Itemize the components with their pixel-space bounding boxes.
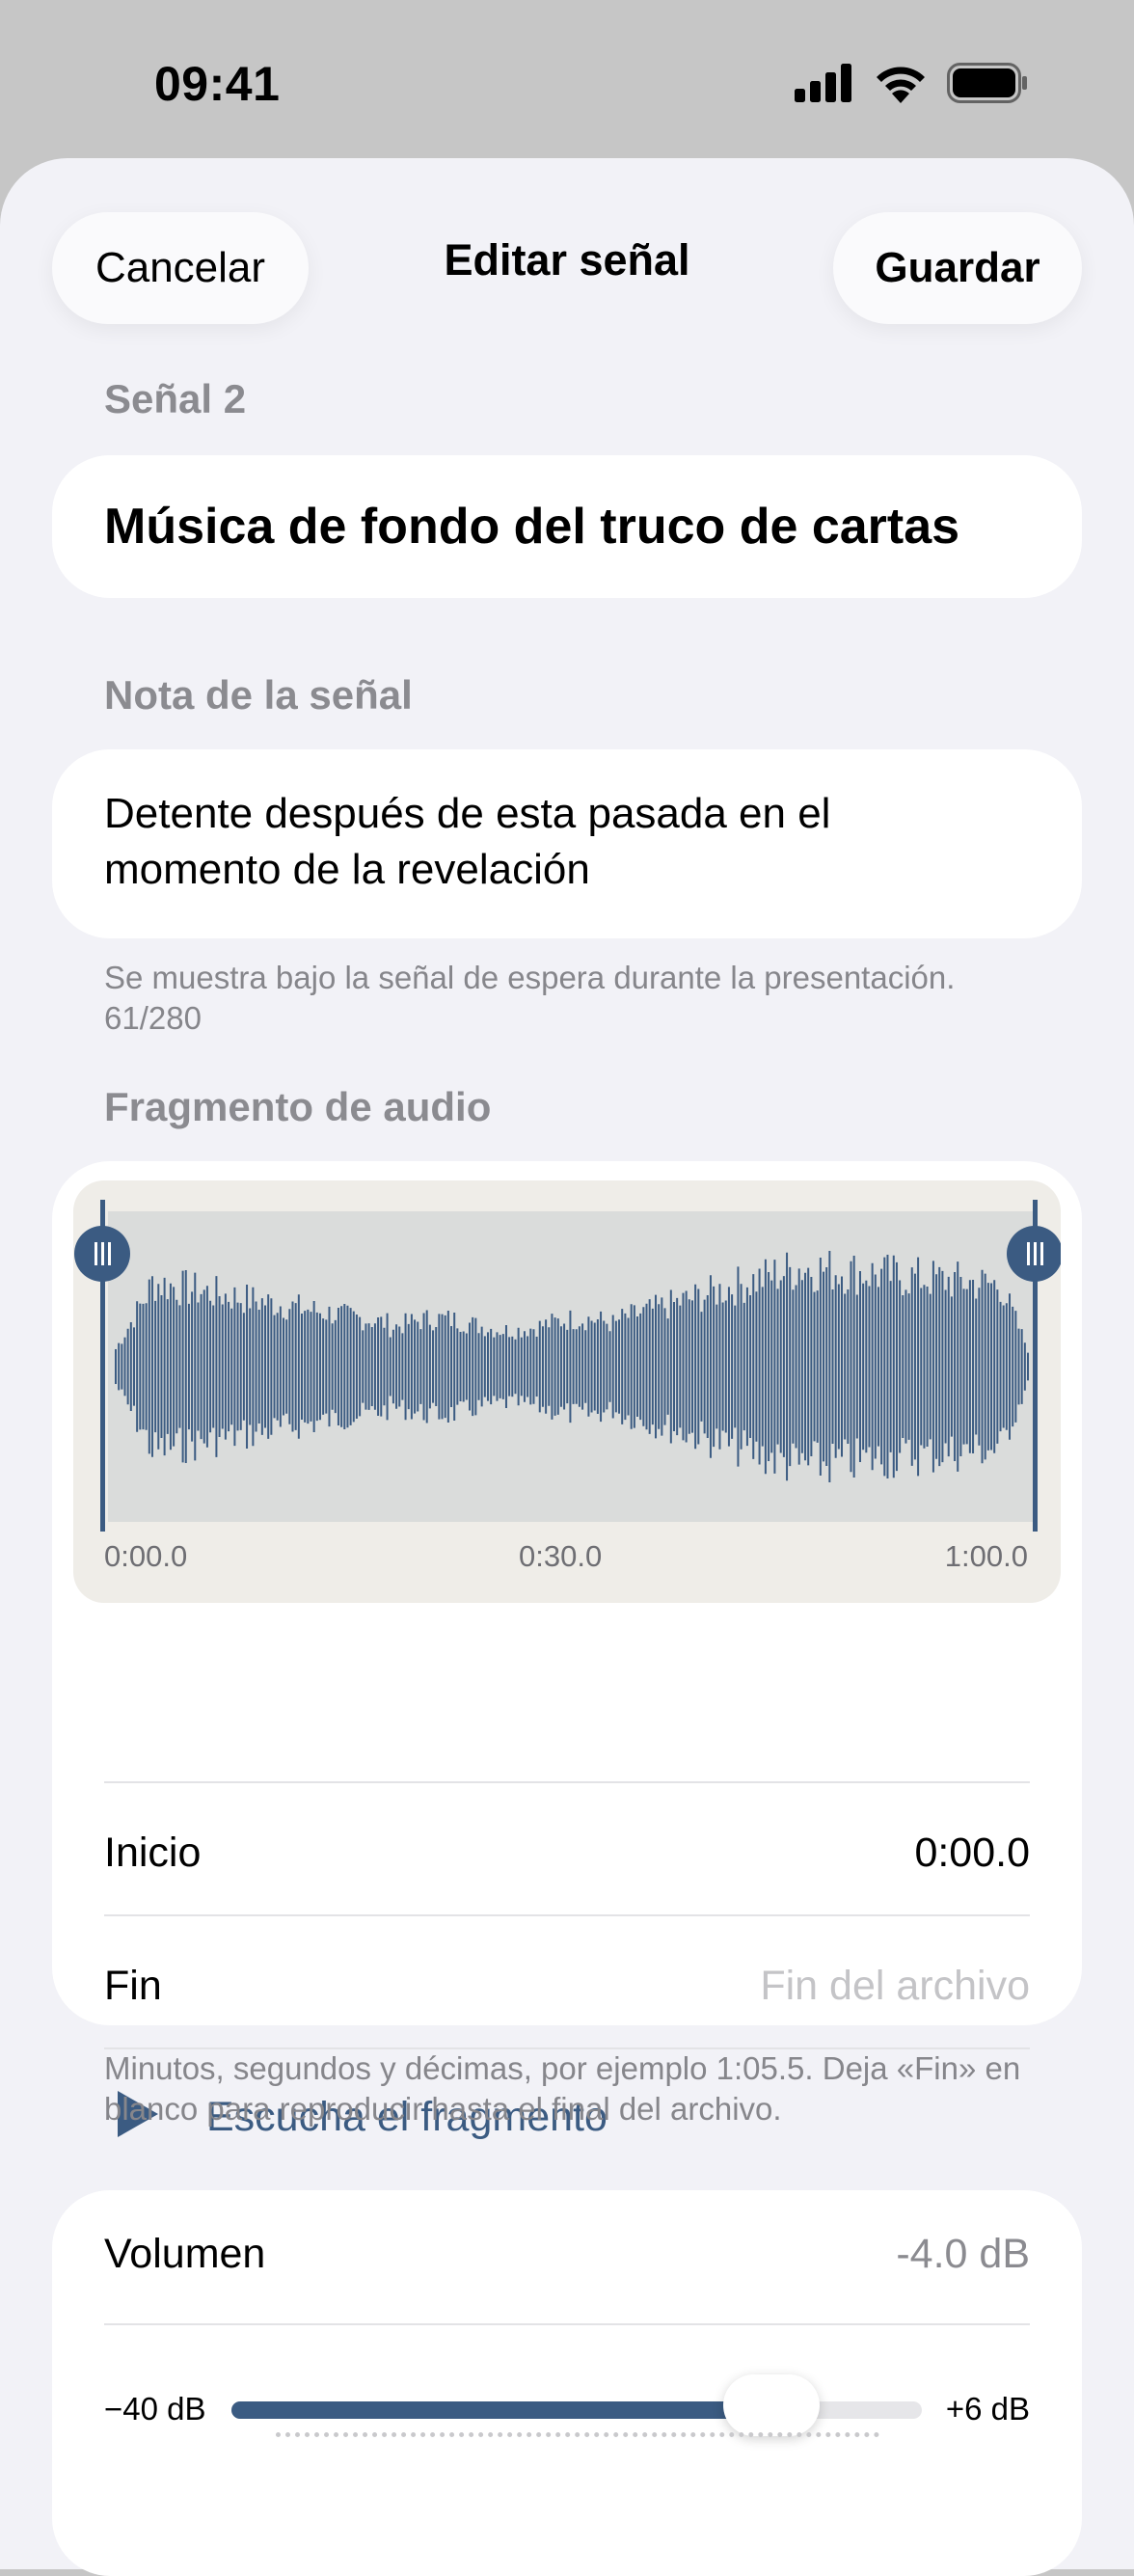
battery-icon bbox=[947, 63, 1027, 103]
note-section-label: Nota de la señal bbox=[104, 672, 413, 718]
waveform-area bbox=[108, 1211, 1036, 1522]
wifi-icon bbox=[877, 67, 925, 103]
volume-card: Volumen -4.0 dB −40 dB +6 dB bbox=[52, 2190, 1082, 2576]
volume-value: -4.0 dB bbox=[896, 2231, 1030, 2277]
audio-clip-card: 0:00.0 0:30.0 1:00.0 Inicio 0:00.0 Fin F… bbox=[52, 1161, 1082, 2140]
audio-hint: Minutos, segundos y décimas, por ejemplo… bbox=[104, 2050, 1021, 2127]
cue-name-field[interactable]: Música de fondo del truco de cartas bbox=[52, 455, 1082, 598]
note-hint: Se muestra bajo la señal de espera duran… bbox=[104, 960, 956, 1036]
waveform-editor[interactable]: 0:00.0 0:30.0 1:00.0 bbox=[73, 1180, 1061, 1603]
end-time-row[interactable]: Fin Fin del archivo bbox=[104, 1914, 1030, 2049]
time-tick-end: 1:00.0 bbox=[944, 1539, 1028, 1573]
volume-label: Volumen bbox=[104, 2231, 266, 2277]
volume-slider-thumb[interactable] bbox=[723, 2374, 821, 2436]
volume-max-label: +6 dB bbox=[945, 2391, 1030, 2427]
volume-min-label: −40 dB bbox=[104, 2391, 206, 2427]
start-time-input[interactable]: 0:00.0 bbox=[914, 1830, 1030, 1877]
time-tick-middle: 0:30.0 bbox=[519, 1539, 603, 1573]
trim-end-handle[interactable] bbox=[1007, 1226, 1061, 1282]
cue-note-text: Detente después de esta pasada en el mom… bbox=[104, 790, 831, 893]
save-button[interactable]: Guardar bbox=[833, 212, 1082, 324]
audio-section-label: Fragmento de audio bbox=[104, 1084, 492, 1129]
volume-slider-ticks bbox=[276, 2432, 879, 2437]
end-label: Fin bbox=[104, 1963, 162, 2009]
cellular-signal-icon bbox=[795, 64, 851, 102]
time-tick-start: 0:00.0 bbox=[104, 1539, 188, 1573]
status-time: 09:41 bbox=[154, 57, 281, 111]
status-icons bbox=[795, 60, 1028, 106]
start-label: Inicio bbox=[104, 1830, 202, 1876]
cue-name-text: Música de fondo del truco de cartas bbox=[104, 499, 960, 555]
volume-slider[interactable] bbox=[231, 2374, 922, 2436]
waveform bbox=[115, 1250, 1029, 1483]
edit-cue-sheet: Cancelar Editar señal Guardar Señal 2 Mú… bbox=[0, 158, 1134, 2576]
volume-slider-fill bbox=[231, 2401, 772, 2419]
trim-start-handle[interactable] bbox=[74, 1226, 130, 1282]
start-time-row[interactable]: Inicio 0:00.0 bbox=[104, 1781, 1030, 1916]
volume-divider bbox=[104, 2323, 1030, 2325]
end-time-input[interactable]: Fin del archivo bbox=[760, 1963, 1030, 2010]
cue-note-field[interactable]: Detente después de esta pasada en el mom… bbox=[52, 749, 1082, 938]
cue-section-label: Señal 2 bbox=[104, 376, 247, 421]
